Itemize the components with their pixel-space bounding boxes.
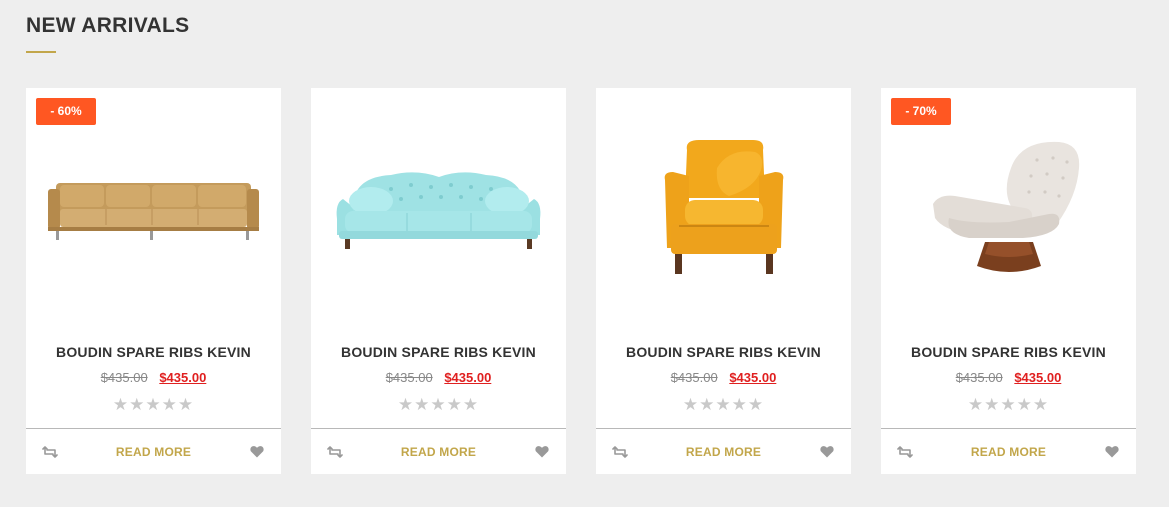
sale-price: $435.00	[729, 370, 777, 385]
card-actions: READ MORE	[26, 429, 281, 474]
new-arrivals-section: NEW ARRIVALS - 60% BOUDIN SPARE RIBS KEV…	[0, 0, 1169, 507]
heart-icon[interactable]	[819, 444, 835, 460]
product-image[interactable]	[311, 88, 566, 328]
turquoise-tufted-sofa-image	[336, 172, 541, 249]
read-more-link[interactable]: READ MORE	[401, 445, 476, 459]
product-prices: $435.00 $435.00	[596, 370, 851, 385]
compare-icon[interactable]	[612, 444, 628, 460]
old-price: $435.00	[670, 370, 718, 385]
product-name[interactable]: BOUDIN SPARE RIBS KEVIN	[596, 344, 851, 360]
heart-icon[interactable]	[1104, 444, 1120, 460]
rating-stars: ★★★★★	[682, 395, 765, 414]
tan-sofa-image	[48, 183, 259, 240]
rating-stars: ★★★★★	[397, 395, 480, 414]
sale-price: $435.00	[159, 370, 207, 385]
product-card[interactable]: BOUDIN SPARE RIBS KEVIN $435.00 $435.00 …	[311, 88, 566, 474]
card-actions: READ MORE	[596, 429, 851, 474]
product-image[interactable]	[596, 88, 851, 328]
product-grid: - 60% BOUDIN SPARE RIBS KEVIN $435.00 $4…	[26, 88, 1136, 474]
heart-icon[interactable]	[534, 444, 550, 460]
product-prices: $435.00 $435.00	[26, 370, 281, 385]
old-price: $435.00	[385, 370, 433, 385]
yellow-armchair-image	[664, 140, 783, 274]
product-name[interactable]: BOUDIN SPARE RIBS KEVIN	[26, 344, 281, 360]
card-actions: READ MORE	[311, 429, 566, 474]
white-lounge-chair-image	[932, 141, 1079, 272]
discount-badge: - 70%	[891, 98, 951, 125]
discount-badge: - 60%	[36, 98, 96, 125]
product-card[interactable]: - 60% BOUDIN SPARE RIBS KEVIN $435.00 $4…	[26, 88, 281, 474]
product-prices: $435.00 $435.00	[311, 370, 566, 385]
read-more-link[interactable]: READ MORE	[971, 445, 1046, 459]
product-name[interactable]: BOUDIN SPARE RIBS KEVIN	[311, 344, 566, 360]
old-price: $435.00	[955, 370, 1003, 385]
compare-icon[interactable]	[327, 444, 343, 460]
title-underline	[26, 51, 56, 53]
compare-icon[interactable]	[42, 444, 58, 460]
sale-price: $435.00	[1014, 370, 1062, 385]
rating-stars: ★★★★★	[967, 395, 1050, 414]
card-actions: READ MORE	[881, 429, 1136, 474]
product-card[interactable]: BOUDIN SPARE RIBS KEVIN $435.00 $435.00 …	[596, 88, 851, 474]
read-more-link[interactable]: READ MORE	[116, 445, 191, 459]
read-more-link[interactable]: READ MORE	[686, 445, 761, 459]
product-card[interactable]: - 70% BOUDIN SPARE RIBS KEVIN $435.00 $4…	[881, 88, 1136, 474]
product-name[interactable]: BOUDIN SPARE RIBS KEVIN	[881, 344, 1136, 360]
heart-icon[interactable]	[249, 444, 265, 460]
sale-price: $435.00	[444, 370, 492, 385]
section-title: NEW ARRIVALS	[26, 14, 190, 37]
product-prices: $435.00 $435.00	[881, 370, 1136, 385]
rating-stars: ★★★★★	[112, 395, 195, 414]
compare-icon[interactable]	[897, 444, 913, 460]
old-price: $435.00	[100, 370, 148, 385]
